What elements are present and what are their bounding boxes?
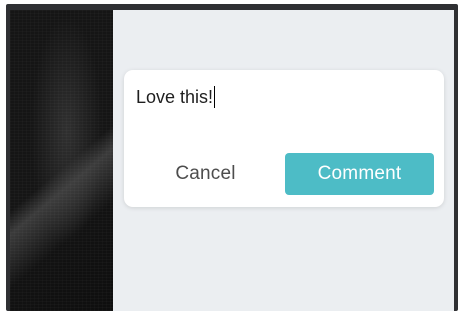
comment-submit-button[interactable]: Comment (285, 153, 434, 195)
cancel-button[interactable]: Cancel (152, 153, 259, 195)
comment-input[interactable]: Love this! (136, 86, 216, 108)
comment-input-text: Love this! (136, 87, 214, 107)
comment-card: Love this! Cancel Comment (124, 70, 444, 207)
text-caret (214, 86, 216, 108)
photo-thumbnail (10, 10, 113, 311)
